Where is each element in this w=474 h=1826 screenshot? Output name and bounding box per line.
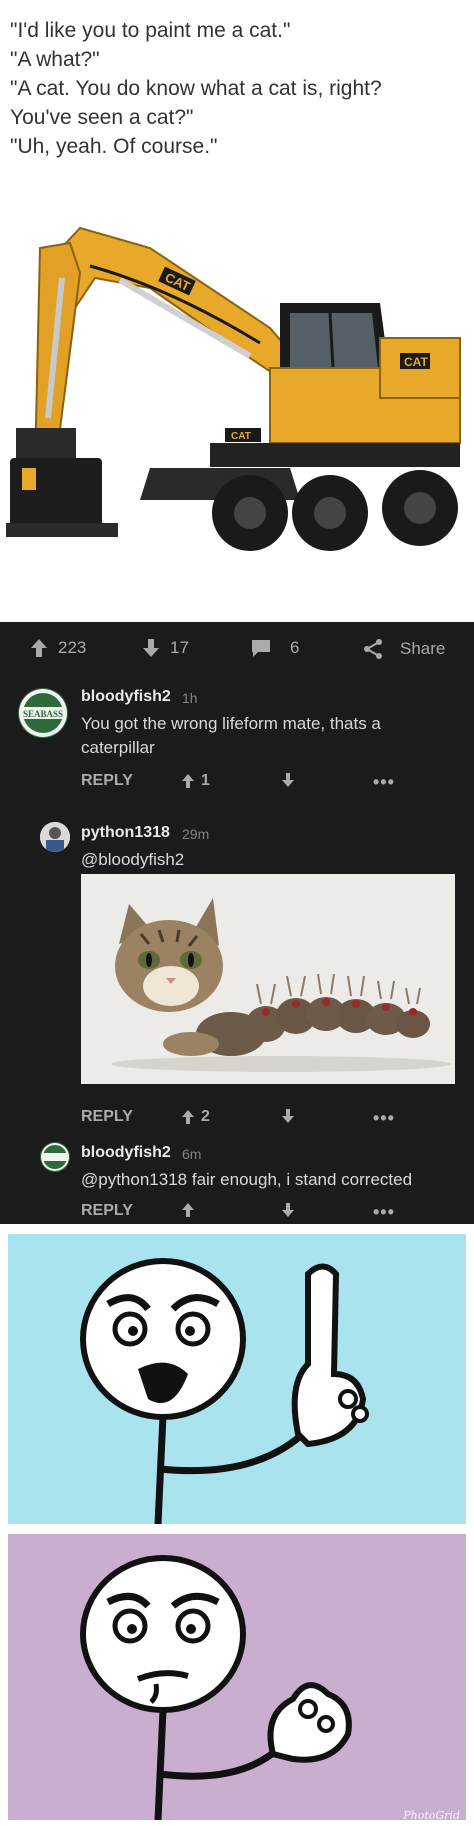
- user-avatar-icon: [40, 822, 70, 852]
- comment-score: 2: [201, 1108, 210, 1125]
- cat-logo-side: CAT: [231, 431, 251, 442]
- downvote-button[interactable]: 17: [142, 638, 189, 658]
- comment-age: 29m: [182, 826, 210, 842]
- comment-downvote-button[interactable]: [281, 1202, 295, 1218]
- downvote-count: 17: [170, 638, 189, 657]
- share-label: Share: [400, 639, 446, 658]
- downvote-arrow-icon: [143, 639, 159, 657]
- comment-upvote-button[interactable]: [181, 1202, 195, 1218]
- reaction-comic: PhotoGrid: [0, 1224, 474, 1826]
- comment-author[interactable]: bloodyfish2: [81, 1144, 171, 1162]
- comment-actions: REPLY •••: [81, 1202, 461, 1224]
- comment-age: 1h: [182, 690, 198, 706]
- comment-downvote-button[interactable]: [281, 772, 295, 788]
- downvote-arrow-icon: [282, 1203, 294, 1217]
- comments-button[interactable]: 6: [250, 638, 299, 658]
- upvote-arrow-icon: [182, 1203, 194, 1217]
- caption-line: "A cat. You do know what a cat is, right…: [10, 77, 382, 100]
- comic-panel-hesitating: [8, 1534, 466, 1820]
- upvote-arrow-icon: [182, 1110, 194, 1124]
- caption-line: "I'd like you to paint me a cat.": [10, 19, 291, 42]
- avatar[interactable]: [40, 1142, 70, 1172]
- comment-downvote-button[interactable]: [281, 1108, 295, 1124]
- photogrid-watermark: PhotoGrid: [403, 1809, 460, 1822]
- comment-actions: REPLY 2 •••: [81, 1108, 461, 1132]
- meme-image: "I'd like you to paint me a cat." "A wha…: [0, 0, 474, 1826]
- comment-upvote-button[interactable]: 1: [181, 772, 210, 790]
- share-icon: [364, 639, 382, 659]
- comment-upvote-button[interactable]: 2: [181, 1108, 210, 1126]
- stickman-hesitating-illustration: [80, 1555, 352, 1820]
- reply-button[interactable]: REPLY: [81, 1108, 133, 1126]
- more-options-icon[interactable]: •••: [373, 772, 395, 793]
- comment-body: @bloodyfish2: [81, 850, 185, 869]
- reply-button[interactable]: REPLY: [81, 772, 133, 790]
- comment-bubble-icon: [252, 640, 270, 657]
- catterpillar-image[interactable]: [81, 874, 455, 1084]
- comment: bloodyfish2 6m @python1318 fair enough, …: [0, 1132, 474, 1224]
- upvote-count: 223: [58, 638, 87, 657]
- meme-caption: "I'd like you to paint me a cat." "A wha…: [10, 16, 470, 161]
- downvote-arrow-icon: [282, 1109, 294, 1123]
- cat-caterpillar-illustration: [81, 874, 455, 1084]
- comment-author[interactable]: python1318: [81, 824, 170, 842]
- excavator-illustration: CAT CAT CAT: [6, 226, 461, 551]
- comment-score: 1: [201, 772, 210, 789]
- comment: SEABASS bloodyfish2 1h You got the wrong…: [0, 676, 474, 826]
- meme-top-panel: "I'd like you to paint me a cat." "A wha…: [0, 0, 474, 622]
- comment-author[interactable]: bloodyfish2: [81, 688, 171, 706]
- upvote-arrow-icon: [182, 774, 194, 788]
- comment-body: You got the wrong lifeform mate, thats a…: [81, 714, 381, 757]
- cat-logo-counterweight: CAT: [404, 355, 428, 369]
- comment-count: 6: [290, 638, 300, 657]
- share-button[interactable]: Share: [362, 638, 445, 660]
- seabass-logo-icon: [41, 1143, 69, 1171]
- comment-actions: REPLY 1 •••: [81, 772, 461, 796]
- comment-age: 6m: [182, 1146, 202, 1162]
- upvote-arrow-icon: [31, 639, 47, 657]
- seabass-logo-icon: SEABASS: [19, 689, 67, 737]
- avatar[interactable]: [40, 822, 70, 852]
- comic-panel-pointing: [8, 1234, 466, 1524]
- reddit-thread: 223 17 6 Share SEABASS bloodyfish2 1h Yo…: [0, 622, 474, 1224]
- caption-line: "A what?": [10, 48, 100, 71]
- downvote-arrow-icon: [282, 773, 294, 787]
- more-options-icon[interactable]: •••: [373, 1202, 395, 1223]
- comment-body: @python1318 fair enough, i stand correct…: [81, 1170, 413, 1189]
- reply-button[interactable]: REPLY: [81, 1202, 133, 1220]
- avatar-logo-text: SEABASS: [23, 709, 63, 719]
- upvote-button[interactable]: 223: [30, 638, 86, 658]
- more-options-icon[interactable]: •••: [373, 1108, 395, 1129]
- caption-line: You've seen a cat?": [10, 106, 194, 129]
- avatar[interactable]: SEABASS: [18, 688, 68, 738]
- stickman-pointing-up-illustration: [80, 1258, 369, 1524]
- caption-line: "Uh, yeah. Of course.": [10, 135, 218, 158]
- post-action-bar: 223 17 6 Share: [0, 622, 474, 676]
